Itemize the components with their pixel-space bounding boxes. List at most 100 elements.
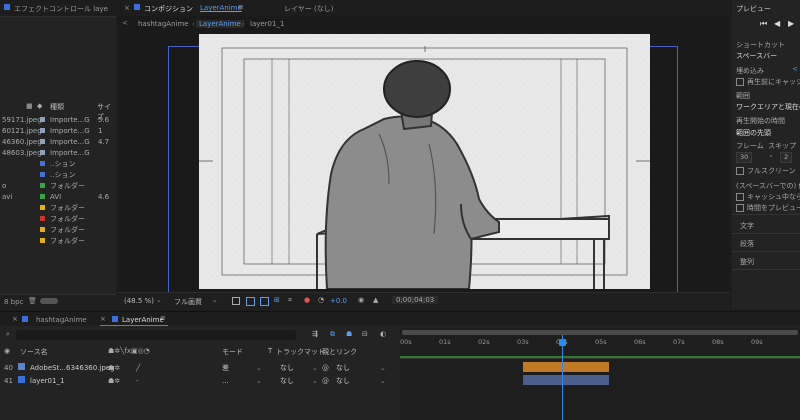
resolution-dropdown[interactable]: フル画質: [174, 297, 202, 307]
draft-3d-icon[interactable]: ⧉: [330, 330, 335, 339]
play-before-cache-checkbox[interactable]: 再生前にキャッシ: [736, 77, 800, 87]
chevron-down-icon[interactable]: ⌄: [312, 377, 318, 385]
pickwhip-icon[interactable]: @: [322, 377, 329, 385]
chevron-down-icon[interactable]: ⌄: [212, 296, 218, 304]
label-swatch[interactable]: [40, 194, 45, 199]
chevron-down-icon[interactable]: ⌄: [380, 364, 386, 372]
snapshot-icon[interactable]: ◉: [358, 296, 364, 304]
col-trackmatte[interactable]: トラックマット: [276, 347, 325, 357]
list-item[interactable]: avi AVI 4.6: [0, 191, 116, 202]
skip-select[interactable]: 2: [780, 152, 793, 163]
label-swatch[interactable]: [40, 161, 45, 166]
close-icon[interactable]: ×: [124, 4, 130, 12]
chevron-down-icon[interactable]: ⌄: [380, 377, 386, 385]
tab-timeline-layeranime[interactable]: LayerAnime: [122, 316, 164, 324]
breadcrumb-arrow-icon[interactable]: <: [122, 19, 128, 27]
list-item[interactable]: ..ション: [0, 158, 116, 169]
list-item[interactable]: フォルダー: [0, 213, 116, 224]
layer-duration-bar[interactable]: [522, 375, 609, 385]
breadcrumb-item[interactable]: hashtagAnime: [138, 20, 189, 28]
col-type[interactable]: 種類: [50, 102, 64, 112]
list-item[interactable]: 60121.jpeg Importe...G 1: [0, 125, 116, 136]
search-icon[interactable]: ⌕: [6, 330, 10, 339]
close-icon[interactable]: ×: [12, 315, 18, 323]
motion-blur-icon[interactable]: ◐: [380, 330, 386, 338]
label-swatch[interactable]: [40, 205, 45, 210]
tab-layer[interactable]: レイヤー (なし): [284, 4, 333, 14]
paragraph-section[interactable]: 段落: [740, 239, 754, 249]
layer-row[interactable]: 40 AdobeSt...6346360.jpeg ☗✲ ╱ 差 ⌄ なし ⌄ @ なし ⌄: [0, 362, 400, 374]
trackmatte-select[interactable]: なし: [280, 363, 294, 373]
tab-composition[interactable]: コンポジション: [144, 4, 193, 14]
bpc-label[interactable]: 8 bpc: [4, 298, 23, 306]
color-channel-icon[interactable]: ●: [304, 296, 310, 304]
pickwhip-icon[interactable]: @: [322, 364, 329, 372]
mask-icon[interactable]: [260, 297, 269, 306]
label-swatch[interactable]: [40, 183, 45, 188]
search-input[interactable]: [16, 330, 296, 340]
label-swatch[interactable]: [40, 128, 45, 133]
list-item[interactable]: 59171.jpeg Importe...G 5.6: [0, 114, 116, 125]
layer-quality[interactable]: ╱: [136, 364, 140, 372]
layer-switches[interactable]: ☗✲: [108, 377, 120, 385]
playhead-handle[interactable]: [558, 339, 566, 346]
region-icon[interactable]: [232, 297, 240, 305]
chevron-down-icon[interactable]: ⌄: [256, 377, 262, 385]
close-icon[interactable]: ×: [100, 315, 106, 323]
cache-checkbox[interactable]: キャッシュ中なら再: [736, 192, 800, 202]
layer-quality[interactable]: -: [136, 377, 139, 385]
layer-row[interactable]: 41 layer01_1 ☗✲ -... ⌄ なし ⌄ @ なし ⌄: [0, 375, 400, 387]
chevron-down-icon[interactable]: ⌄: [156, 296, 162, 304]
label-swatch[interactable]: [40, 172, 45, 177]
menu-icon[interactable]: ≡: [160, 314, 166, 322]
play-icon[interactable]: ▶: [788, 19, 794, 28]
list-item[interactable]: 48603.jpeg Importe...G: [0, 147, 116, 158]
start-select[interactable]: 範囲の先頭: [736, 128, 771, 138]
grid-icon[interactable]: ⌗: [288, 296, 292, 305]
embed-toggle-icon[interactable]: <: [792, 65, 798, 73]
label-swatch[interactable]: [40, 117, 45, 122]
layer-switches[interactable]: ☗✲: [108, 364, 120, 372]
frame-rate-select[interactable]: 30: [736, 152, 753, 163]
col-mode[interactable]: モード: [222, 347, 243, 357]
eye-icon[interactable]: ◉: [4, 347, 10, 355]
scroll-handle[interactable]: [40, 298, 58, 304]
list-item[interactable]: o フォルダー: [0, 180, 116, 191]
tab-composition-name[interactable]: LayerAnime: [200, 4, 242, 12]
list-item[interactable]: フォルダー: [0, 224, 116, 235]
trackmatte-select[interactable]: なし: [280, 376, 294, 386]
prev-frame-icon[interactable]: ◀: [774, 19, 780, 28]
parent-select[interactable]: なし: [336, 376, 350, 386]
transparency-grid-icon[interactable]: [246, 297, 255, 306]
time-preview-checkbox[interactable]: 時間をプレビュー時: [736, 203, 800, 213]
range-select[interactable]: ワークエリアと現在の: [736, 102, 800, 112]
character-section[interactable]: 文字: [740, 221, 754, 231]
effect-controls-tab[interactable]: エフェクトコントロール laye: [14, 4, 108, 14]
frame-blend-icon[interactable]: ⊟: [362, 330, 368, 338]
breadcrumb-item[interactable]: LayerAnime: [196, 20, 244, 28]
label-swatch[interactable]: [40, 139, 45, 144]
show-snapshot-icon[interactable]: ▲: [373, 296, 378, 304]
mode-select[interactable]: 差: [222, 363, 229, 373]
first-frame-icon[interactable]: ⏮: [760, 19, 767, 29]
shortcut-select[interactable]: スペースバー: [736, 51, 777, 61]
col-t[interactable]: T: [268, 347, 272, 355]
current-time[interactable]: 0;00;04;03: [392, 296, 439, 304]
mode-select[interactable]: ...: [222, 377, 229, 385]
fullscreen-checkbox[interactable]: フルスクリーン: [736, 166, 796, 176]
col-source-name[interactable]: ソース名: [20, 347, 48, 357]
label-swatch[interactable]: [40, 150, 45, 155]
guides-icon[interactable]: ⊞: [274, 296, 280, 304]
layer-name[interactable]: layer01_1: [30, 377, 64, 385]
chevron-down-icon[interactable]: ⌄: [256, 364, 262, 372]
trash-icon[interactable]: 🗑: [28, 297, 37, 305]
col-parent[interactable]: 親とリンク: [322, 347, 357, 357]
exposure-value[interactable]: +0.0: [330, 297, 347, 305]
magnification-dropdown[interactable]: (48.5 %): [124, 297, 154, 305]
breadcrumb-item[interactable]: layer01_1: [250, 20, 284, 28]
align-section[interactable]: 整列: [740, 257, 754, 267]
list-item[interactable]: ..ション: [0, 169, 116, 180]
list-item[interactable]: フォルダー: [0, 235, 116, 246]
layer-name[interactable]: AdobeSt...6346360.jpeg: [30, 364, 115, 372]
menu-icon[interactable]: ≡: [238, 3, 244, 11]
